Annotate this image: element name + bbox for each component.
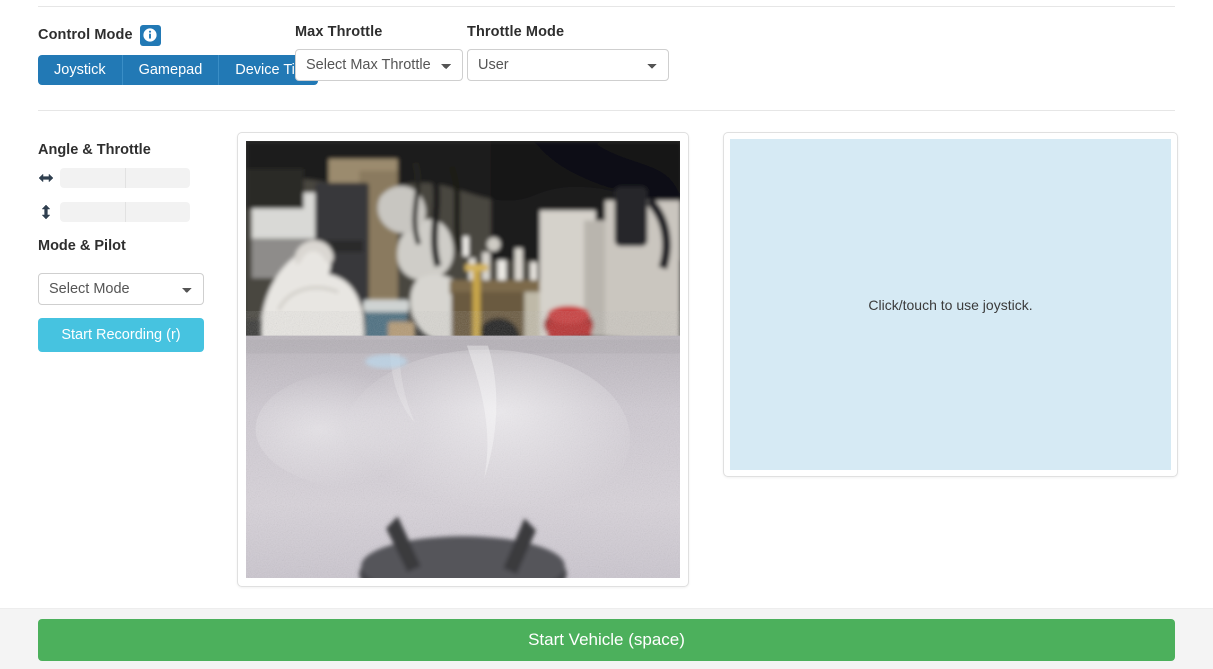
control-mode-joystick-button[interactable]: Joystick <box>38 55 123 85</box>
joystick-pad[interactable]: Click/touch to use joystick. <box>730 139 1171 470</box>
mode-pilot-title: Mode & Pilot <box>38 238 126 254</box>
control-mode-buttons: Joystick Gamepad Device Tilt <box>38 55 319 85</box>
control-mode-label: Control Mode <box>38 27 133 43</box>
main-content: Angle & Throttle Mode & Pilot Select Mod… <box>0 130 1213 600</box>
throttle-meter-row <box>38 202 218 222</box>
telemetry-sidebar: Angle & Throttle Mode & Pilot Select Mod… <box>38 142 218 352</box>
up-down-arrow-icon <box>38 203 54 221</box>
joystick-card: Click/touch to use joystick. <box>723 132 1178 477</box>
mode-select[interactable]: Select Mode <box>38 273 204 305</box>
start-recording-button[interactable]: Start Recording (r) <box>38 318 204 352</box>
throttle-mode-label: Throttle Mode <box>467 24 565 40</box>
max-throttle-label: Max Throttle <box>295 24 383 40</box>
angle-meter-row <box>38 168 218 188</box>
control-mode-gamepad-button[interactable]: Gamepad <box>122 55 220 85</box>
angle-meter <box>60 168 190 188</box>
joystick-hint-text: Click/touch to use joystick. <box>868 296 1033 313</box>
control-settings-row: Control Mode Joystick Gamepad Device Til… <box>0 24 1213 94</box>
max-throttle-select[interactable]: Select Max Throttle <box>295 49 463 81</box>
camera-card <box>237 132 689 587</box>
left-right-arrow-icon <box>38 169 54 187</box>
control-mode-group: Control Mode Joystick Gamepad Device Til… <box>38 24 319 85</box>
angle-throttle-title: Angle & Throttle <box>38 142 151 158</box>
vehicle-control-page: Control Mode Joystick Gamepad Device Til… <box>0 0 1213 669</box>
control-mode-header: Control Mode <box>38 24 318 46</box>
throttle-mode-select[interactable]: User <box>467 49 669 81</box>
info-circle-icon[interactable] <box>139 24 161 46</box>
bottom-action-bar: Start Vehicle (space) <box>0 608 1213 669</box>
throttle-meter <box>60 202 190 222</box>
throttle-mode-group: Throttle Mode User <box>467 24 669 81</box>
camera-feed <box>246 141 680 578</box>
start-vehicle-button[interactable]: Start Vehicle (space) <box>38 619 1175 661</box>
divider-middle <box>38 110 1175 111</box>
divider-top <box>38 6 1175 7</box>
max-throttle-group: Max Throttle Select Max Throttle <box>295 24 463 81</box>
